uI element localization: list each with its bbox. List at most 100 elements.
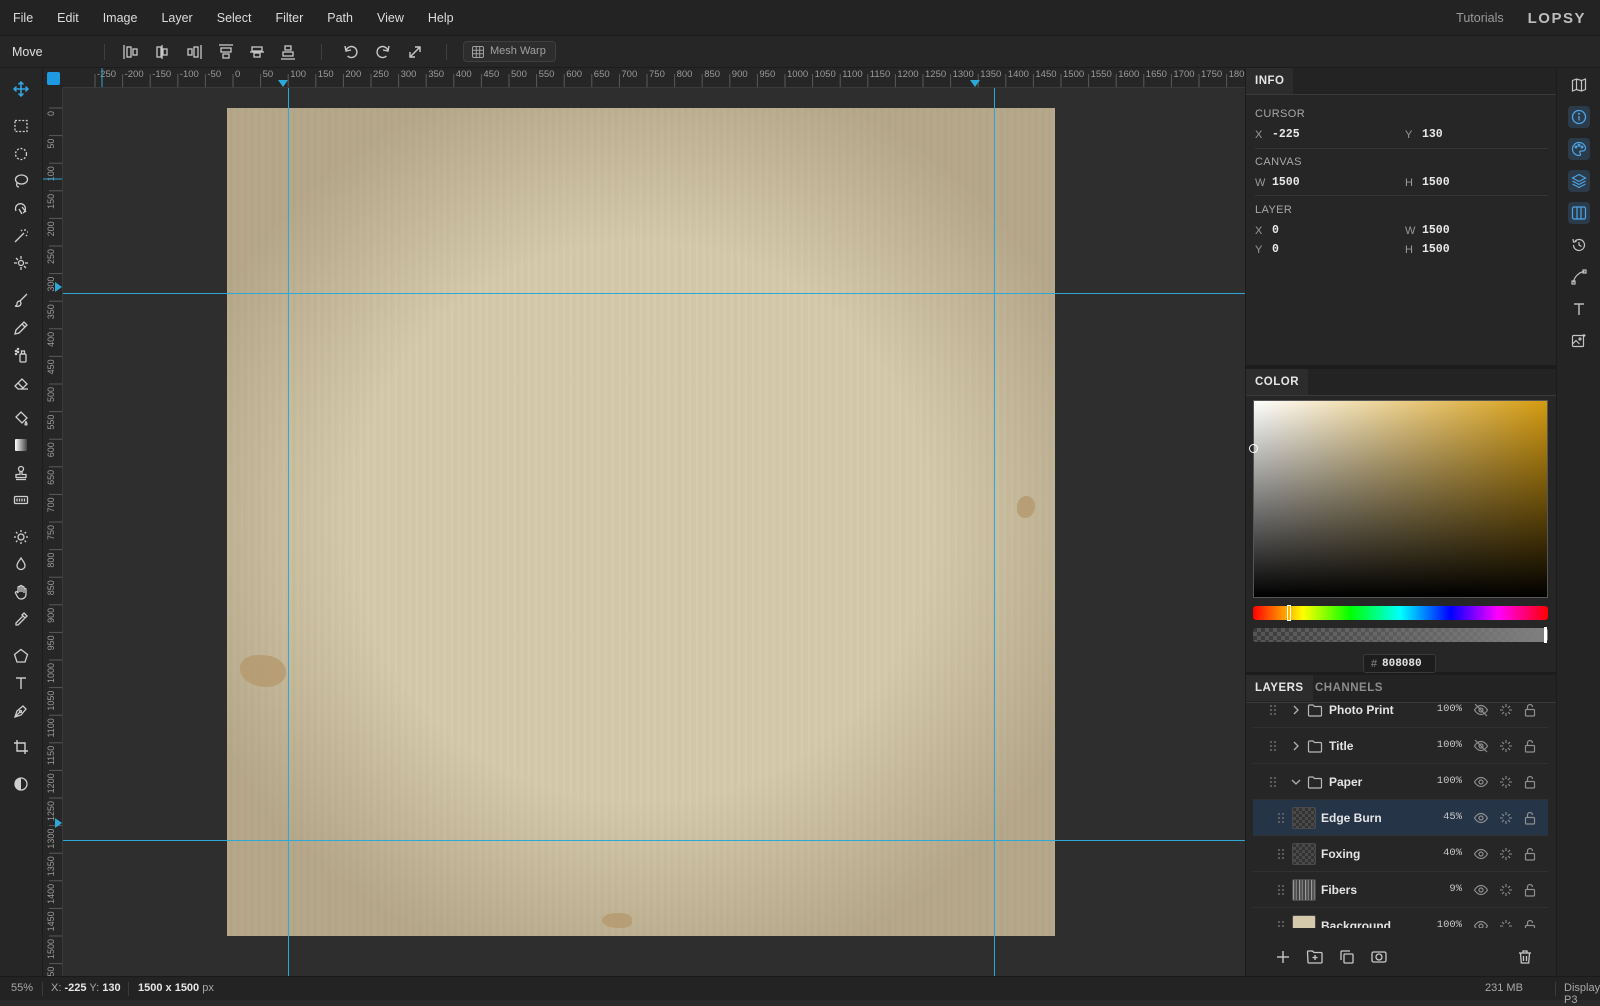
eye-icon[interactable] [1473, 846, 1489, 862]
quick-select-icon[interactable] [10, 252, 32, 274]
eraser-icon[interactable] [10, 372, 32, 394]
ellipse-select-icon[interactable] [10, 143, 32, 165]
move-tool-icon[interactable] [10, 78, 32, 100]
fx-sparkle-icon[interactable] [1498, 810, 1514, 826]
trash-icon[interactable] [1515, 947, 1535, 967]
lock-open-icon[interactable] [1522, 882, 1538, 898]
blur-drop-icon[interactable] [10, 553, 32, 575]
eye-icon[interactable] [1473, 918, 1489, 928]
channels-icon[interactable] [1568, 202, 1590, 224]
layer-row-fibers[interactable]: Fibers 9% [1253, 872, 1548, 908]
brush-icon[interactable] [10, 289, 32, 311]
lasso-icon[interactable] [10, 170, 32, 192]
expand-icon[interactable] [405, 42, 425, 62]
menu-view[interactable]: View [365, 0, 416, 36]
ruler-origin-icon[interactable] [47, 72, 60, 85]
horizontal-ruler[interactable]: -250 -200 -150 -100 -50 0 50 100 150 200 250 300 350… [63, 68, 1245, 88]
lock-open-icon[interactable] [1522, 738, 1538, 754]
lock-open-icon[interactable] [1522, 774, 1538, 790]
menu-select[interactable]: Select [205, 0, 264, 36]
patch-icon[interactable] [10, 489, 32, 511]
menu-path[interactable]: Path [315, 0, 365, 36]
saturation-value-picker[interactable] [1253, 400, 1548, 598]
guide-horizontal[interactable] [63, 840, 1245, 841]
layers-icon[interactable] [1568, 170, 1590, 192]
drag-handle-icon[interactable] [1277, 920, 1285, 928]
alpha-slider[interactable] [1253, 628, 1548, 642]
drag-handle-icon[interactable] [1277, 884, 1285, 896]
duplicate-icon[interactable] [1337, 947, 1357, 967]
drag-handle-icon[interactable] [1269, 740, 1277, 752]
magnetic-lasso-icon[interactable] [10, 198, 32, 220]
alpha-slider-thumb[interactable] [1544, 627, 1547, 643]
guide-marker[interactable] [55, 818, 62, 828]
chevron-right-icon[interactable] [1289, 739, 1303, 753]
zoom-level[interactable]: 55% [11, 982, 33, 994]
lock-open-icon[interactable] [1522, 846, 1538, 862]
lock-open-icon[interactable] [1522, 918, 1538, 928]
drag-handle-icon[interactable] [1277, 812, 1285, 824]
guide-vertical[interactable] [994, 88, 995, 976]
spray-icon[interactable] [10, 344, 32, 366]
hue-slider[interactable] [1253, 606, 1548, 620]
align-right-icon[interactable] [184, 42, 204, 62]
magic-wand-icon[interactable] [10, 225, 32, 247]
pencil-icon[interactable] [10, 317, 32, 339]
eye-off-icon[interactable] [1473, 738, 1489, 754]
align-middle-icon[interactable] [247, 42, 267, 62]
gradient-icon[interactable] [10, 434, 32, 456]
layer-row-foxing[interactable]: Foxing 40% [1253, 836, 1548, 872]
info-icon[interactable] [1568, 106, 1590, 128]
fx-sparkle-icon[interactable] [1498, 738, 1514, 754]
bucket-icon[interactable] [10, 407, 32, 429]
align-center-h-icon[interactable] [152, 42, 172, 62]
new-group-icon[interactable] [1305, 947, 1325, 967]
color-picker-handle[interactable] [1249, 444, 1258, 453]
align-bottom-icon[interactable] [278, 42, 298, 62]
vertical-ruler[interactable]: 0 50 100 150 200 250 300 350 400 450 500 550 600 650 7… [43, 88, 63, 976]
image-adjust-icon[interactable] [1568, 330, 1590, 352]
palette-icon[interactable] [1568, 138, 1590, 160]
guide-marker[interactable] [55, 282, 62, 292]
eyedropper-icon[interactable] [10, 608, 32, 630]
hue-slider-thumb[interactable] [1287, 605, 1291, 621]
align-top-icon[interactable] [216, 42, 236, 62]
tab-info[interactable]: INFO [1246, 68, 1294, 94]
guide-vertical[interactable] [288, 88, 289, 976]
menu-filter[interactable]: Filter [263, 0, 315, 36]
chevron-down-icon[interactable] [1289, 775, 1303, 789]
lock-open-icon[interactable] [1522, 810, 1538, 826]
layer-row-background[interactable]: Background 100% [1253, 908, 1548, 928]
align-left-icon[interactable] [121, 42, 141, 62]
eye-icon[interactable] [1473, 774, 1489, 790]
crop-icon[interactable] [10, 736, 32, 758]
document-canvas[interactable] [227, 108, 1055, 936]
text-tool-icon[interactable] [10, 672, 32, 694]
hex-input[interactable]: # 808080 [1363, 654, 1436, 673]
dodge-icon[interactable] [10, 526, 32, 548]
layer-row-photo-print[interactable]: Photo Print 100% [1253, 704, 1548, 728]
paths-icon[interactable] [1568, 266, 1590, 288]
menu-edit[interactable]: Edit [45, 0, 91, 36]
contrast-icon[interactable] [10, 773, 32, 795]
eye-icon[interactable] [1473, 882, 1489, 898]
menu-help[interactable]: Help [416, 0, 466, 36]
type-icon[interactable] [1568, 298, 1590, 320]
pen-tool-icon[interactable] [10, 700, 32, 722]
drag-handle-icon[interactable] [1269, 776, 1277, 788]
chevron-right-icon[interactable] [1289, 704, 1303, 717]
menu-file[interactable]: File [0, 0, 45, 36]
layer-row-edge-burn[interactable]: Edge Burn 45% [1253, 800, 1548, 836]
add-layer-icon[interactable] [1273, 947, 1293, 967]
tutorials-link[interactable]: Tutorials [1456, 11, 1503, 25]
rotate-right-icon[interactable] [373, 42, 393, 62]
guide-marker[interactable] [278, 80, 288, 87]
mask-icon[interactable] [1369, 947, 1389, 967]
fx-sparkle-icon[interactable] [1498, 704, 1514, 718]
fx-sparkle-icon[interactable] [1498, 774, 1514, 790]
drag-handle-icon[interactable] [1277, 848, 1285, 860]
rotate-left-icon[interactable] [341, 42, 361, 62]
guide-horizontal[interactable] [63, 293, 1245, 294]
tab-layers[interactable]: LAYERS [1246, 675, 1313, 701]
fx-sparkle-icon[interactable] [1498, 918, 1514, 928]
